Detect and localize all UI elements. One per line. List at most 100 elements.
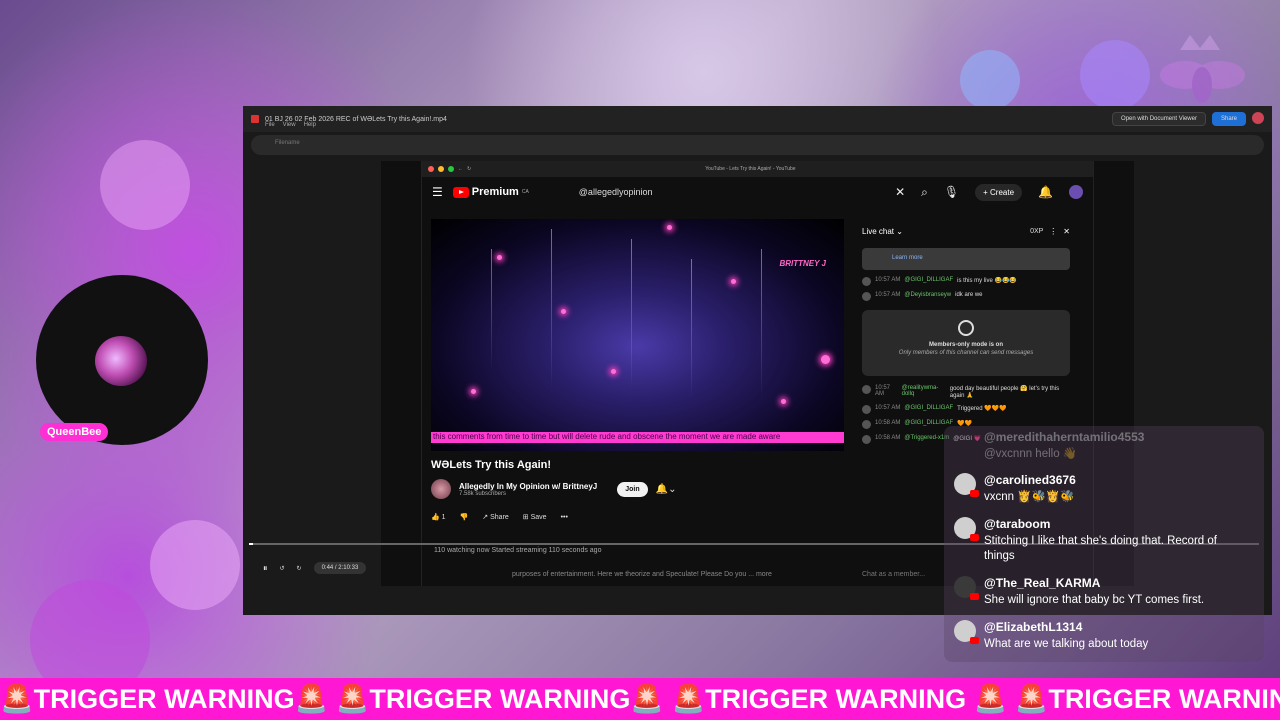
chat-user[interactable]: @GIGI_DILLIGAF <box>904 420 953 426</box>
bokeh-light <box>150 520 240 610</box>
overlay-chat-message: @The_Real_KARMA She will ignore that bab… <box>954 576 1246 608</box>
overlay-chat-text: What are we talking about today <box>984 638 1149 650</box>
chat-text: idk are we <box>955 292 983 298</box>
bokeh-light <box>1080 40 1150 110</box>
open-with-button[interactable]: Open with Document Viewer <box>1112 112 1206 126</box>
sparkle <box>471 389 476 394</box>
address-bar[interactable]: Filename <box>251 135 1264 155</box>
video-watermark: BRITTNEY J <box>779 259 826 268</box>
chat-user[interactable]: @realitywma-dollq <box>902 385 946 397</box>
live-chat-header: Live chat ⌄ 0XP ⋮ ✕ <box>852 219 1080 244</box>
sparkle <box>561 309 566 314</box>
user-avatar[interactable] <box>1069 185 1083 199</box>
dislike-button[interactable]: 👎 <box>460 513 469 521</box>
chat-avatar <box>862 292 871 301</box>
sparkle <box>497 255 502 260</box>
header-actions: ✕ ⌕ 🎙 + Create 🔔 <box>895 183 1083 201</box>
chat-avatar <box>862 385 871 394</box>
notifications-bell-icon[interactable]: 🔔 <box>1038 185 1053 199</box>
youtube-logo-text: Premium <box>471 186 519 198</box>
progress-fill <box>249 543 253 545</box>
stream-chat-overlay: @meredithahern​tamilio4553 @vxcnnn hello… <box>944 426 1264 662</box>
video-description[interactable]: purposes of entertainment. Here we theor… <box>512 571 772 578</box>
overlay-chat-text: vxcnn 👸🐝👸🐝 <box>984 491 1075 503</box>
overlay-chat-message: @carolined3676 vxcnn 👸🐝👸🐝 <box>954 473 1246 505</box>
chat-message: 10:57 AM @GIGI_DILLIGAF is this my live 😂😂… <box>852 274 1080 289</box>
channel-row: Allegedly In My Opinion w/ BrittneyJ 7.5… <box>431 479 731 499</box>
sparkle <box>781 399 786 404</box>
membership-badge-icon <box>958 320 974 336</box>
maximize-dot-icon[interactable] <box>448 166 454 172</box>
learn-more-button[interactable]: Learn more <box>862 248 1070 270</box>
browser-tab-title: YouTube - Lets Try this Again! - YouTube <box>705 166 796 172</box>
overlay-chat-avatar <box>954 473 979 497</box>
chat-avatar <box>862 277 871 286</box>
rewind-icon[interactable]: ↺ <box>280 565 285 572</box>
overlay-chat-user: @carolined3676 <box>984 473 1076 487</box>
members-only-notice: Members-only mode is on Only members of … <box>862 310 1070 376</box>
overlay-chat-avatar <box>954 620 979 644</box>
share-video-button[interactable]: ↗ Share <box>482 513 509 521</box>
sparkle <box>667 225 672 230</box>
microphone-icon[interactable]: 🎙 <box>944 185 959 199</box>
forward-icon[interactable]: ↻ <box>297 565 302 572</box>
light-streak <box>691 259 692 399</box>
chat-time: 10:57 AM <box>875 277 901 283</box>
more-actions-icon[interactable]: ••• <box>561 514 568 521</box>
notification-bell-icon[interactable]: 🔔⌄ <box>656 484 677 495</box>
light-streak <box>551 229 552 389</box>
sparkle <box>821 355 830 364</box>
chat-user[interactable]: @Triggered-x1m <box>904 435 949 441</box>
like-button[interactable]: 👍 1 <box>431 513 446 521</box>
reload-icon[interactable]: ↻ <box>467 166 471 172</box>
overlay-chat-message: @taraboom Stitching I like that she's do… <box>954 517 1246 564</box>
channel-name[interactable]: Allegedly In My Opinion w/ BrittneyJ <box>459 482 597 491</box>
xp-badge[interactable]: 0XP <box>1030 228 1043 235</box>
pause-icon[interactable]: ⏸ <box>263 563 268 574</box>
chat-time: 10:57 AM <box>875 405 901 411</box>
channel-avatar[interactable] <box>431 479 451 499</box>
overlay-chat-body: @taraboom Stitching I like that she's do… <box>984 517 1246 564</box>
close-dot-icon[interactable] <box>428 166 434 172</box>
account-avatar[interactable] <box>1252 112 1264 124</box>
hamburger-menu-icon[interactable]: ☰ <box>432 185 443 199</box>
back-icon[interactable]: ← <box>458 166 463 172</box>
menu-view[interactable]: View <box>283 122 296 128</box>
video-ticker: this comments from time to time but will… <box>431 432 844 443</box>
create-button[interactable]: + Create <box>975 183 1023 201</box>
chat-avatar <box>862 435 871 444</box>
overlay-chat-text: She will ignore that baby bc YT comes fi… <box>984 594 1205 606</box>
channel-info: Allegedly In My Opinion w/ BrittneyJ 7.5… <box>459 482 597 497</box>
queenbee-avatar <box>95 336 147 386</box>
share-button[interactable]: Share <box>1211 112 1246 126</box>
minimize-dot-icon[interactable] <box>438 166 444 172</box>
menu-help[interactable]: Help <box>304 122 316 128</box>
clear-search-icon[interactable]: ✕ <box>895 185 905 199</box>
chat-time: 10:58 AM <box>875 420 901 426</box>
bokeh-light <box>960 50 1020 110</box>
light-streak <box>491 249 492 369</box>
chat-more-icon[interactable]: ⋮ <box>1049 227 1057 236</box>
create-button-label: Create <box>990 187 1015 197</box>
overlay-chat-text: Stitching I like that she's doing that. … <box>984 535 1217 562</box>
search-icon[interactable]: ⌕ <box>921 185 928 200</box>
save-button[interactable]: ⊞ Save <box>523 513 547 521</box>
chat-user[interactable]: @GIGI_DILLIGAF <box>904 277 953 283</box>
overlay-chat-user: @taraboom <box>984 517 1051 531</box>
video-player[interactable]: BRITTNEY J this comments from time to ti… <box>431 219 844 451</box>
join-button[interactable]: Join <box>617 481 648 497</box>
overlay-chat-body: @meredithahern​tamilio4553 @vxcnnn hello… <box>984 430 1246 462</box>
overlay-chat-body: @ElizabethL1314 What are we talking abou… <box>984 620 1246 652</box>
share-label: Share <box>490 514 509 521</box>
time-display: 0:44 / 2:10:33 <box>313 562 367 574</box>
sparkle <box>611 369 616 374</box>
search-input[interactable]: @allegedlyopinion <box>579 187 653 197</box>
youtube-logo[interactable]: Premium CA <box>452 186 529 198</box>
chat-user[interactable]: @Deyisbranseyw <box>904 292 951 298</box>
chat-close-icon[interactable]: ✕ <box>1063 227 1070 236</box>
live-chat-dropdown[interactable]: Live chat ⌄ <box>862 227 903 236</box>
chat-user[interactable]: @GIGI_DILLIGAF <box>904 405 953 411</box>
menu-file[interactable]: File <box>265 122 275 128</box>
chat-input[interactable]: Chat as a member... <box>862 571 925 578</box>
video-title: WƏLets Try this Again! <box>431 459 552 471</box>
